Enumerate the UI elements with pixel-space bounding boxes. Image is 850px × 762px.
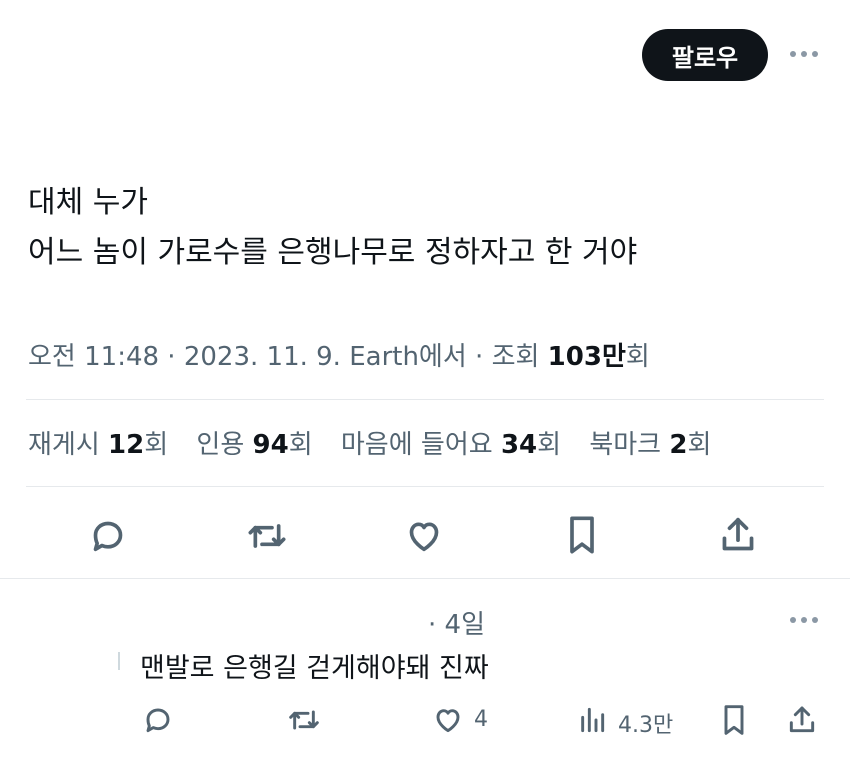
retweet-stat-count: 12 <box>108 430 145 460</box>
quote-stat[interactable]: 인용 94회 <box>196 430 312 460</box>
view-count: 103만 <box>547 342 626 372</box>
bookmark-stat[interactable]: 북마크 2회 <box>589 430 711 460</box>
tweet-text: 대체 누가 어느 놈이 가로수를 은행나무로 정하자고 한 거야 <box>28 178 637 278</box>
divider <box>26 486 824 487</box>
like-stat-label: 마음에 들어요 <box>340 430 501 460</box>
reply-timestamp[interactable]: · 4일 <box>428 604 485 641</box>
reply-more-options-icon[interactable] <box>790 617 818 623</box>
reply-bookmark-icon[interactable] <box>716 700 752 740</box>
bookmark-stat-count: 2 <box>669 430 688 460</box>
tweet-meta: 오전 11:48 · 2023. 11. 9. Earth에서 · 조회 103… <box>28 336 650 373</box>
retweet-stat-label: 재게시 <box>28 430 109 460</box>
engagement-stats: 재게시 12회 인용 94회 마음에 들어요 34회 북마크 2회 <box>28 424 731 461</box>
follow-button[interactable]: 팔로우 <box>642 29 768 81</box>
retweet-stat-unit: 회 <box>144 430 169 460</box>
tweet-line-1: 대체 누가 <box>28 185 148 220</box>
reply-thread-line <box>118 652 120 670</box>
quote-stat-label: 인용 <box>196 430 253 460</box>
more-options-icon[interactable] <box>790 51 818 57</box>
bookmark-stat-label: 북마크 <box>589 430 670 460</box>
bookmark-stat-unit: 회 <box>687 430 712 460</box>
timestamp-source[interactable]: 오전 11:48 · 2023. 11. 9. Earth에서 · 조회 <box>28 342 548 372</box>
section-divider <box>0 578 850 579</box>
like-stat-count: 34 <box>500 430 538 460</box>
reply-text: 맨발로 은행길 걷게해야돼 진짜 <box>140 653 489 684</box>
reply-share-icon[interactable] <box>784 700 820 740</box>
tweet-line-2: 어느 놈이 가로수를 은행나무로 정하자고 한 거야 <box>28 235 638 270</box>
quote-stat-count: 94 <box>252 430 289 460</box>
quote-stat-unit: 회 <box>288 430 313 460</box>
view-unit: 회 <box>625 342 650 372</box>
share-icon[interactable] <box>716 512 760 558</box>
reply-views-icon[interactable] <box>574 702 610 738</box>
reply-retweet-icon[interactable] <box>284 702 324 738</box>
retweet-icon[interactable] <box>243 514 291 558</box>
like-stat[interactable]: 마음에 들어요 34회 <box>341 430 561 460</box>
bookmark-icon[interactable] <box>560 512 604 558</box>
heart-icon[interactable] <box>402 514 446 558</box>
reply-heart-icon[interactable] <box>430 702 466 738</box>
like-stat-unit: 회 <box>537 430 562 460</box>
retweet-stat[interactable]: 재게시 12회 <box>28 430 168 460</box>
reply-reply-icon[interactable] <box>140 702 176 738</box>
divider <box>26 399 824 400</box>
reply-icon[interactable] <box>86 514 130 558</box>
reply-view-count: 4.3만 <box>618 713 674 738</box>
reply-like-count: 4 <box>474 707 488 732</box>
